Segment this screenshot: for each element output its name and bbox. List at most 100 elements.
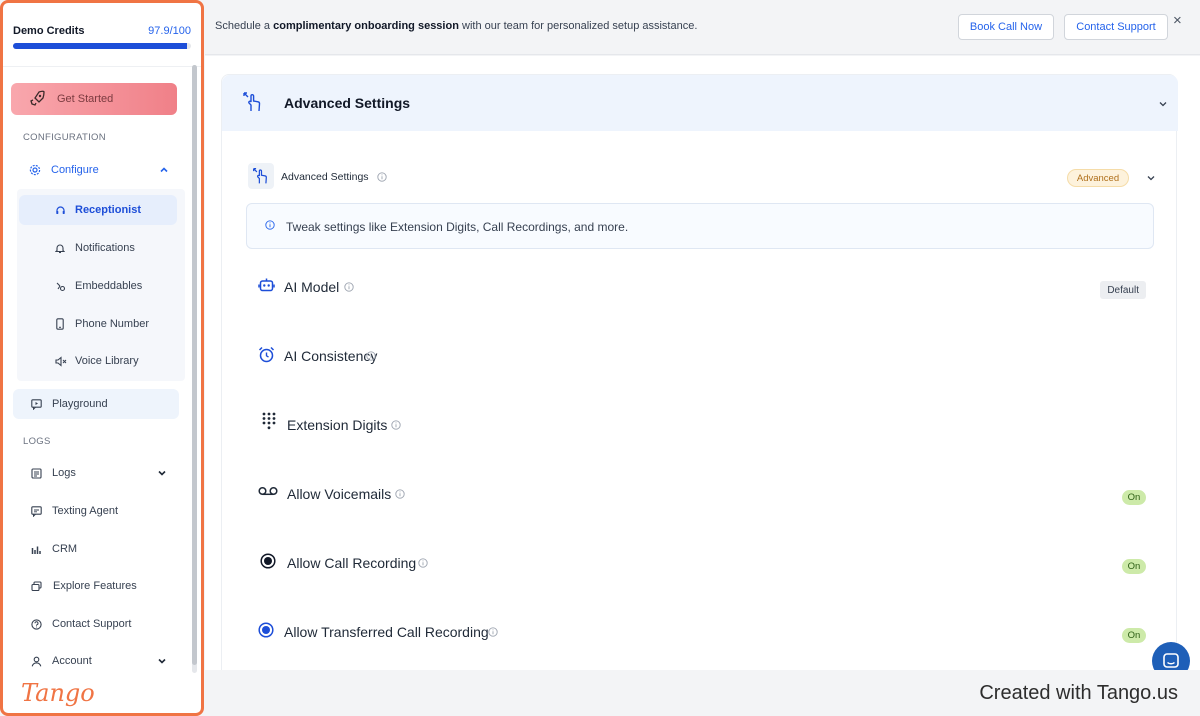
sub-header-icon-box (248, 163, 274, 189)
info-icon[interactable] (395, 489, 405, 499)
robot-icon (258, 278, 275, 292)
help-circle-icon (31, 618, 42, 630)
sidebar-item-account[interactable]: Account (13, 646, 179, 676)
banner-message: Schedule a complimentary onboarding sess… (215, 20, 697, 32)
sidebar-item-crm[interactable]: CRM (13, 534, 179, 564)
sidebar-item-playground[interactable]: Playground (13, 389, 179, 419)
default-badge: Default (1100, 281, 1146, 299)
footer: Created with Tango.us (205, 670, 1200, 716)
book-call-button[interactable]: Book Call Now (958, 14, 1054, 40)
credits-value: 97.9/100 (148, 25, 191, 37)
on-badge[interactable]: On (1122, 628, 1146, 643)
embeddables-label: Embeddables (75, 280, 143, 292)
setting-row-ai-consistency[interactable]: AI Consistency (258, 340, 1146, 370)
chevron-down-icon[interactable] (1158, 99, 1168, 109)
bell-icon (55, 244, 65, 254)
chevron-down-icon (158, 658, 166, 664)
chat-play-icon (31, 398, 42, 410)
card-title: Advanced Settings (284, 95, 411, 111)
tango-logo: Tango (21, 679, 95, 707)
info-icon[interactable] (488, 627, 498, 637)
chevron-down-icon[interactable] (1146, 173, 1156, 183)
contact-support-button[interactable]: Contact Support (1064, 14, 1168, 40)
tango-credit: Created with Tango.us (979, 682, 1178, 704)
sidebar: Demo Credits 97.9/100 Get Started CONFIG… (0, 0, 204, 716)
embed-icon (56, 282, 66, 292)
info-icon[interactable] (391, 420, 401, 430)
get-started-button[interactable]: Get Started (11, 83, 177, 115)
receptionist-label: Receptionist (75, 204, 142, 216)
sidebar-item-contact-support[interactable]: Contact Support (13, 609, 179, 639)
tap-gesture-icon (243, 92, 261, 112)
advanced-settings-card: Advanced Settings Advanced Settings Adva… (221, 74, 1178, 670)
configure-label: Configure (51, 164, 99, 176)
setting-row-allow-voicemails[interactable]: Allow Voicemails On (258, 478, 1146, 508)
account-label: Account (52, 655, 92, 667)
get-started-label: Get Started (57, 93, 114, 105)
dialpad-icon (262, 412, 276, 430)
info-icon[interactable] (344, 282, 354, 292)
rocket-icon (30, 90, 45, 106)
sidebar-scrollbar[interactable] (192, 65, 197, 673)
credits-progress-bar (13, 43, 191, 49)
phone-icon (56, 318, 64, 330)
speaker-icon (55, 356, 67, 367)
main-content: Advanced Settings Advanced Settings Adva… (205, 56, 1200, 670)
advanced-badge: Advanced (1067, 169, 1129, 187)
document-list-icon (31, 467, 42, 479)
banner-text-pre: Schedule a (215, 20, 274, 32)
sidebar-item-phone-number[interactable]: Phone Number (19, 309, 177, 339)
sidebar-item-logs[interactable]: Logs (13, 458, 179, 488)
onboarding-banner: Schedule a complimentary onboarding sess… (205, 0, 1200, 55)
credits-progress-fill (13, 43, 188, 49)
sidebar-item-voice-library[interactable]: Voice Library (19, 346, 177, 376)
close-icon[interactable]: × (1173, 12, 1182, 29)
setting-row-extension-digits[interactable]: Extension Digits (258, 409, 1146, 439)
playground-label: Playground (52, 398, 108, 410)
voice-library-label: Voice Library (75, 355, 139, 367)
info-icon[interactable] (377, 172, 387, 182)
section-configuration: CONFIGURATION (23, 132, 106, 143)
info-icon[interactable] (366, 351, 376, 361)
layers-icon (31, 580, 42, 591)
info-banner-text: Tweak settings like Extension Digits, Ca… (286, 220, 629, 234)
sidebar-item-notifications[interactable]: Notifications (19, 233, 177, 263)
on-badge[interactable]: On (1122, 559, 1146, 574)
tap-gesture-icon (253, 168, 267, 184)
sidebar-item-embeddables[interactable]: Embeddables (19, 271, 177, 301)
explore-features-label: Explore Features (53, 580, 137, 592)
gear-icon (29, 164, 41, 176)
chevron-up-icon (160, 167, 168, 173)
demo-credits: Demo Credits 97.9/100 (3, 3, 201, 67)
setting-row-allow-transferred-call-recording[interactable]: Allow Transferred Call Recording On (258, 616, 1146, 646)
sidebar-item-receptionist[interactable]: Receptionist (19, 195, 177, 225)
setting-label: Allow Call Recording (287, 555, 417, 571)
setting-row-allow-call-recording[interactable]: Allow Call Recording On (258, 547, 1146, 577)
headset-icon (56, 206, 65, 214)
chevron-down-icon (158, 470, 166, 476)
setting-row-ai-model[interactable]: AI Model Default (258, 271, 1146, 301)
voicemail-icon (258, 486, 278, 496)
banner-text-post: with our team for personalized setup ass… (458, 20, 698, 32)
alarm-clock-icon (258, 346, 275, 363)
record-icon (258, 622, 274, 638)
banner-text-bold: complimentary onboarding session (273, 20, 459, 32)
sidebar-item-texting-agent[interactable]: Texting Agent (13, 496, 179, 526)
setting-label: Allow Transferred Call Recording (284, 624, 489, 640)
credits-label: Demo Credits (13, 25, 85, 37)
setting-label: Extension Digits (287, 417, 388, 433)
on-badge[interactable]: On (1122, 490, 1146, 505)
setting-label: AI Consistency (284, 348, 378, 364)
info-icon[interactable] (418, 558, 428, 568)
setting-label: Allow Voicemails (287, 486, 392, 502)
crm-label: CRM (52, 543, 78, 555)
sidebar-item-configure[interactable]: Configure (29, 155, 179, 185)
texting-agent-label: Texting Agent (52, 505, 119, 517)
message-icon (31, 505, 42, 517)
sidebar-item-explore-features[interactable]: Explore Features (13, 571, 179, 601)
sub-header-title: Advanced Settings (281, 171, 369, 183)
phone-number-label: Phone Number (75, 318, 149, 330)
info-banner: Tweak settings like Extension Digits, Ca… (246, 203, 1154, 249)
sidebar-scrollbar-thumb[interactable] (192, 65, 197, 665)
card-header[interactable]: Advanced Settings (222, 75, 1178, 131)
